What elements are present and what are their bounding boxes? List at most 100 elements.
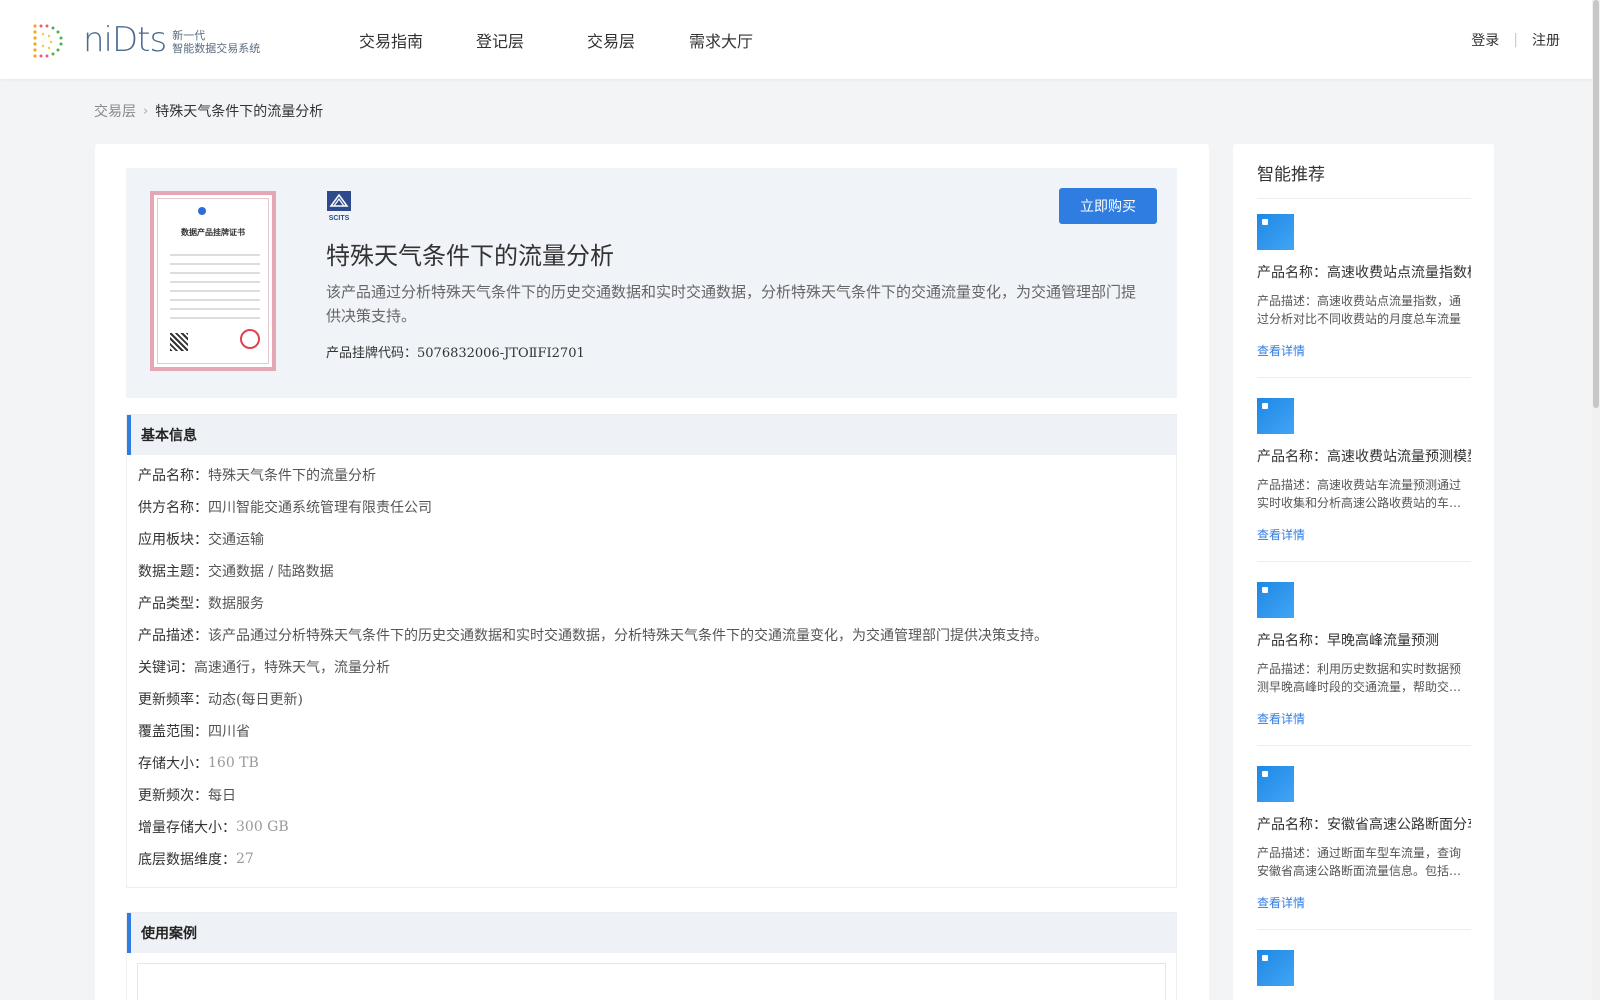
product-code-value: 5076832006-JTOⅡFI2701 — [417, 346, 585, 361]
auth-links: 登录 | 注册 — [1471, 0, 1560, 79]
info-value: 160 TB — [208, 755, 259, 771]
info-row: 覆盖范围： 四川省 — [138, 715, 1165, 747]
nav-item-guide[interactable]: 交易指南 — [359, 28, 423, 52]
recommendation-item-partial[interactable] — [1257, 950, 1471, 986]
supplier-logo-text: SCITS — [329, 215, 350, 222]
listing-certificate-image[interactable]: 数据产品挂牌证书 — [150, 191, 276, 371]
recommendation-item[interactable]: 产品名称：高速收费站点流量指数模型产品描述：高速收费站点流量指数，通过分析对比不… — [1257, 214, 1471, 378]
basic-info-heading: 基本信息 — [127, 415, 1176, 455]
breadcrumb-current: 特殊天气条件下的流量分析 — [155, 104, 324, 120]
info-row: 存储大小： 160 TB — [138, 747, 1165, 779]
logo-wordmark: niDts — [83, 20, 167, 60]
buy-now-button[interactable]: 立即购买 — [1059, 188, 1157, 224]
recommendation-name[interactable]: 产品名称：安徽省高速公路断面分车型流量 — [1257, 814, 1471, 834]
nav-item-trading[interactable]: 交易层 — [587, 28, 635, 52]
info-row: 更新频率： 动态(每日更新) — [138, 683, 1165, 715]
info-row: 关键词： 高速通行，特殊天气，流量分析 — [138, 651, 1165, 683]
page-scrollbar-thumb[interactable] — [1593, 0, 1599, 408]
recommendation-item[interactable]: 产品名称：早晚高峰流量预测产品描述：利用历史数据和实时数据预测早晚高峰时段的交通… — [1257, 582, 1471, 746]
info-row: 产品名称： 特殊天气条件下的流量分析 — [138, 459, 1165, 491]
info-value: 每日 — [208, 788, 236, 804]
nav-item-demand-hall[interactable]: 需求大厅 — [689, 28, 753, 52]
view-details-link[interactable]: 查看详情 — [1257, 710, 1305, 727]
recommendation-description: 产品描述：通过断面车型车流量，查询安徽省高速公路断面流量信息。包括各车型 — [1257, 846, 1462, 878]
info-row: 产品描述： 该产品通过分析特殊天气条件下的历史交通数据和实时交通数据，分析特殊天气… — [138, 619, 1165, 651]
info-row: 底层数据维度： 27 — [138, 843, 1165, 875]
view-details-link[interactable]: 查看详情 — [1257, 894, 1305, 911]
info-row: 增量存储大小： 300 GB — [138, 811, 1165, 843]
product-thumbnail-image[interactable] — [1257, 582, 1294, 618]
qr-code-icon — [170, 333, 188, 351]
product-title: 特殊天气条件下的流量分析 — [326, 242, 614, 270]
info-label: 产品描述： — [138, 628, 208, 644]
recommendation-title: 智能推荐 — [1257, 165, 1325, 185]
info-label: 产品名称： — [138, 468, 208, 484]
product-thumbnail-image[interactable] — [1257, 398, 1294, 434]
site-logo[interactable]: niDts 新一代 智能数据交易系统 — [29, 19, 260, 61]
info-value: 交通运输 — [208, 532, 264, 548]
info-label: 数据主题： — [138, 564, 208, 580]
recommendation-divider — [1257, 198, 1471, 199]
info-label: 更新频率： — [138, 692, 208, 708]
info-label: 应用板块： — [138, 532, 208, 548]
recommendation-description: 产品描述：高速收费站车流量预测通过实时收集和分析高速公路收费站的车流量 — [1257, 478, 1462, 510]
nav-item-registration[interactable]: 登记层 — [476, 28, 524, 52]
info-value: 数据服务 — [208, 596, 264, 612]
recommendation-divider — [1257, 561, 1471, 562]
breadcrumb: 交易层 › 特殊天气条件下的流量分析 — [94, 101, 323, 121]
basic-info-list: 产品名称： 特殊天气条件下的流量分析 供方名称： 四川智能交通系统管理有限责任公司 应用… — [127, 455, 1176, 887]
certificate-text-lines — [170, 247, 260, 326]
view-details-link[interactable]: 查看详情 — [1257, 526, 1305, 543]
product-code-label: 产品挂牌代码： — [326, 346, 418, 361]
product-thumbnail-image[interactable] — [1257, 766, 1294, 802]
logo-subtitle-line1: 新一代 — [172, 29, 206, 42]
info-row: 数据主题： 交通数据 / 陆路数据 — [138, 555, 1165, 587]
recommendation-description: 产品描述：利用历史数据和实时数据预测早晚高峰时段的交通流量，帮助交通管理 — [1257, 662, 1462, 694]
info-value: 高速通行，特殊天气，流量分析 — [194, 660, 390, 676]
product-thumbnail-image[interactable] — [1257, 214, 1294, 250]
use-cases-heading: 使用案例 — [127, 913, 1176, 953]
info-value: 该产品通过分析特殊天气条件下的历史交通数据和实时交通数据，分析特殊天气条件下的交… — [208, 628, 1048, 644]
info-value: 特殊天气条件下的流量分析 — [208, 468, 376, 484]
logo-subtitle-line2: 智能数据交易系统 — [172, 42, 261, 55]
info-value: 四川省 — [208, 724, 250, 740]
recommendation-name[interactable]: 产品名称：早晚高峰流量预测 — [1257, 630, 1471, 650]
recommendation-description: 产品描述：高速收费站点流量指数，通过分析对比不同收费站的月度总车流量 — [1257, 294, 1462, 326]
register-link[interactable]: 注册 — [1532, 30, 1560, 50]
top-header: niDts 新一代 智能数据交易系统 交易指南 登记层 交易层 需求大厅 登录 … — [0, 0, 1600, 79]
recommendation-divider — [1257, 745, 1471, 746]
info-row: 产品类型： 数据服务 — [138, 587, 1165, 619]
view-details-link[interactable]: 查看详情 — [1257, 342, 1305, 359]
recommendation-name[interactable]: 产品名称：高速收费站点流量指数模型 — [1257, 262, 1471, 282]
info-label: 关键词： — [138, 660, 194, 676]
supplier-logo-icon: SCITS — [327, 191, 351, 222]
recommendation-item[interactable]: 产品名称：高速收费站流量预测模型产品描述：高速收费站车流量预测通过实时收集和分析… — [1257, 398, 1471, 562]
product-thumbnail-image[interactable] — [1257, 950, 1294, 986]
info-label: 增量存储大小： — [138, 820, 236, 836]
info-row: 更新频次： 每日 — [138, 779, 1165, 811]
product-code: 产品挂牌代码：5076832006-JTOⅡFI2701 — [326, 342, 585, 361]
product-detail-card: 数据产品挂牌证书 SCITS 特殊天气条件下的流量分析 该产品通过分析特殊天气条… — [95, 144, 1209, 1000]
logo-subtitle: 新一代 智能数据交易系统 — [172, 29, 260, 55]
info-label: 存储大小： — [138, 756, 208, 772]
recommendation-name[interactable]: 产品名称：高速收费站流量预测模型 — [1257, 446, 1471, 466]
basic-info-section: 基本信息 产品名称： 特殊天气条件下的流量分析 供方名称： 四川智能交通系统管理有限责… — [126, 414, 1177, 888]
use-cases-section: 使用案例 — [126, 912, 1177, 1000]
info-value: 四川智能交通系统管理有限责任公司 — [208, 500, 432, 516]
auth-divider: | — [1513, 31, 1518, 48]
product-hero: 数据产品挂牌证书 SCITS 特殊天气条件下的流量分析 该产品通过分析特殊天气条… — [126, 168, 1177, 398]
info-row: 应用板块： 交通运输 — [138, 523, 1165, 555]
info-row: 供方名称： 四川智能交通系统管理有限责任公司 — [138, 491, 1165, 523]
recommendation-divider — [1257, 377, 1471, 378]
seal-stamp-icon — [240, 329, 260, 349]
recommendation-item[interactable]: 产品名称：安徽省高速公路断面分车型流量产品描述：通过断面车型车流量，查询安徽省高… — [1257, 766, 1471, 930]
breadcrumb-parent[interactable]: 交易层 — [94, 101, 136, 121]
info-value: 动态(每日更新) — [208, 692, 303, 708]
login-link[interactable]: 登录 — [1471, 30, 1499, 50]
info-label: 覆盖范围： — [138, 724, 208, 740]
info-label: 底层数据维度： — [138, 852, 236, 868]
info-label: 更新频次： — [138, 788, 208, 804]
use-cases-content — [137, 963, 1166, 1000]
page-scrollbar[interactable] — [1592, 0, 1600, 1000]
product-description: 该产品通过分析特殊天气条件下的历史交通数据和实时交通数据，分析特殊天气条件下的交… — [326, 283, 1137, 325]
